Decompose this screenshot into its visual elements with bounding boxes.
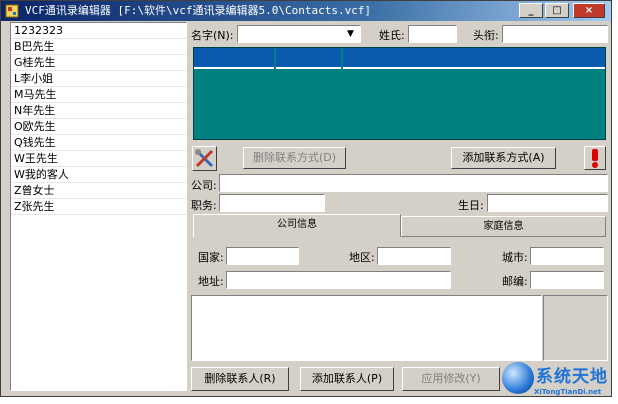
street-label: 地址: (198, 275, 224, 288)
watermark-logo: 系统天地 XiTongTianDi.net (500, 360, 618, 404)
birthday-field[interactable] (487, 194, 608, 212)
birthday-label: 生日: (458, 199, 484, 212)
grid-header-col-2 (276, 48, 341, 69)
zip-field[interactable] (530, 271, 604, 289)
grid-header-col-1 (194, 48, 274, 69)
surname-field[interactable] (408, 25, 457, 43)
contact-list-item[interactable]: W我的客人 (11, 167, 186, 183)
contact-list-item[interactable]: M马先生 (11, 87, 186, 103)
street-field[interactable] (226, 271, 451, 289)
delete-contact-button[interactable]: 删除联系人(R) (191, 367, 289, 391)
tools-button[interactable] (192, 146, 217, 171)
minimize-button[interactable]: _ (519, 3, 543, 18)
name-combo[interactable]: ▼ (237, 25, 361, 43)
contact-method-grid[interactable] (193, 47, 606, 140)
title-field[interactable] (502, 25, 608, 43)
contact-list-item[interactable]: O欧先生 (11, 119, 186, 135)
surname-label: 姓氏: (379, 29, 405, 42)
contact-list-item[interactable]: Z张先生 (11, 199, 186, 215)
company-label: 公司: (191, 179, 217, 192)
chevron-down-icon[interactable]: ▼ (343, 27, 358, 41)
app-icon (5, 4, 19, 18)
contact-list-item[interactable]: L李小姐 (11, 71, 186, 87)
apply-changes-button[interactable]: 应用修改(Y) (402, 367, 500, 391)
window-title: VCF通讯录编辑器 [F:\软件\vcf通讯录编辑器5.0\Contacts.v… (25, 4, 372, 17)
alert-button[interactable] (584, 146, 606, 170)
city-label: 城市: (502, 251, 528, 264)
add-contact-method-button[interactable]: 添加联系方式(A) (451, 147, 556, 169)
watermark-title: 系统天地 (536, 367, 608, 387)
photo-box[interactable] (543, 295, 608, 361)
delete-contact-method-button[interactable]: 删除联系方式(D) (243, 147, 346, 169)
title-label: 头衔: (473, 29, 499, 42)
country-label: 国家: (198, 251, 224, 264)
city-field[interactable] (530, 247, 604, 265)
tab-home-info[interactable]: 家庭信息 (401, 216, 606, 237)
tools-icon (193, 149, 216, 173)
tab-company-info[interactable]: 公司信息 (193, 214, 401, 237)
region-field[interactable] (377, 247, 451, 265)
contact-list-item[interactable]: Q钱先生 (11, 135, 186, 151)
exclamation-icon (585, 149, 605, 172)
contact-list-item[interactable]: 1232323 (11, 23, 186, 39)
region-label: 地区: (349, 251, 375, 264)
notes-area[interactable] (191, 295, 542, 361)
watermark-url: XiTongTianDi.net (534, 388, 602, 396)
add-contact-button[interactable]: 添加联系人(P) (300, 367, 394, 391)
contact-list-item[interactable]: B巴先生 (11, 39, 186, 55)
country-field[interactable] (226, 247, 299, 265)
contact-list-item[interactable]: N年先生 (11, 103, 186, 119)
company-field[interactable] (219, 174, 608, 192)
globe-icon (502, 362, 534, 394)
zip-label: 邮编: (502, 275, 528, 288)
name-label: 名字(N): (191, 29, 234, 42)
maximize-button[interactable]: □ (545, 3, 569, 18)
contact-list-item[interactable]: G桂先生 (11, 55, 186, 71)
position-label: 职务: (191, 199, 217, 212)
contact-list-item[interactable]: W王先生 (11, 151, 186, 167)
close-button[interactable]: × (573, 3, 605, 18)
contact-list[interactable]: 1232323 B巴先生 G桂先生 L李小姐 M马先生 N年先生 O欧先生 Q钱先生 W王先生 W… (10, 22, 187, 391)
position-field[interactable] (219, 194, 325, 212)
contact-list-item[interactable]: Z曾女士 (11, 183, 186, 199)
grid-header-col-3 (343, 48, 605, 69)
